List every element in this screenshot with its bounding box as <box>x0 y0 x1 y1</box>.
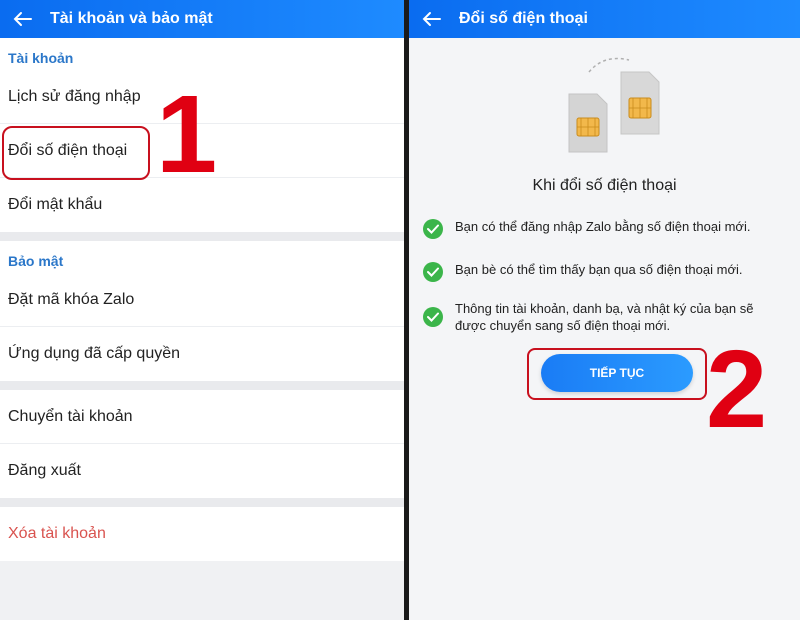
check-icon <box>423 219 443 239</box>
section-divider <box>0 381 404 390</box>
menu-item-authorized-apps[interactable]: Ứng dụng đã cấp quyền <box>0 327 404 381</box>
check-icon <box>423 307 443 327</box>
account-security-screen: Tài khoản và bảo mật Tài khoản Lịch sử đ… <box>0 0 404 620</box>
menu-item-zalo-lock[interactable]: Đặt mã khóa Zalo <box>0 273 404 327</box>
intro-title: Khi đổi số điện thoại <box>532 177 677 194</box>
menu-item-delete-account[interactable]: Xóa tài khoản <box>0 507 404 561</box>
continue-button[interactable]: TIẾP TỤC <box>541 354 693 392</box>
sim-cards-illustration <box>559 52 669 162</box>
other-section: Chuyển tài khoản Đăng xuất <box>0 390 404 498</box>
menu-item-switch-account[interactable]: Chuyển tài khoản <box>0 390 404 444</box>
step-marker-2: 2 <box>706 328 768 451</box>
benefit-text: Bạn có thể đăng nhập Zalo bằng số điện t… <box>455 219 751 234</box>
section-divider <box>0 498 404 507</box>
highlight-box-change-phone <box>2 126 150 180</box>
delete-section: Xóa tài khoản <box>0 507 404 561</box>
back-arrow-icon <box>13 12 32 26</box>
step-marker-1: 1 <box>156 73 218 196</box>
page-title: Đổi số điện thoại <box>459 10 588 27</box>
menu-item-logout[interactable]: Đăng xuất <box>0 444 404 498</box>
section-label-account: Tài khoản <box>8 50 74 66</box>
back-arrow-icon <box>422 12 441 26</box>
sim-swap-icon <box>568 57 660 153</box>
benefit-text: Bạn bè có thể tìm thấy bạn qua số điện t… <box>455 262 743 277</box>
back-button[interactable] <box>411 0 451 38</box>
header: Tài khoản và bảo mật <box>0 0 404 38</box>
security-section: Bảo mật Đặt mã khóa Zalo Ứng dụng đã cấp… <box>0 241 404 381</box>
benefit-item: Bạn có thể đăng nhập Zalo bằng số điện t… <box>423 218 793 239</box>
section-divider <box>0 232 404 241</box>
section-label-security: Bảo mật <box>8 253 64 269</box>
benefit-item: Bạn bè có thể tìm thấy bạn qua số điện t… <box>423 261 793 282</box>
back-button[interactable] <box>2 0 42 38</box>
check-icon <box>423 262 443 282</box>
change-phone-screen: Đổi số điện thoại Khi đổi số điện thoại … <box>409 0 800 620</box>
page-title: Tài khoản và bảo mật <box>50 10 213 27</box>
header: Đổi số điện thoại <box>409 0 800 38</box>
